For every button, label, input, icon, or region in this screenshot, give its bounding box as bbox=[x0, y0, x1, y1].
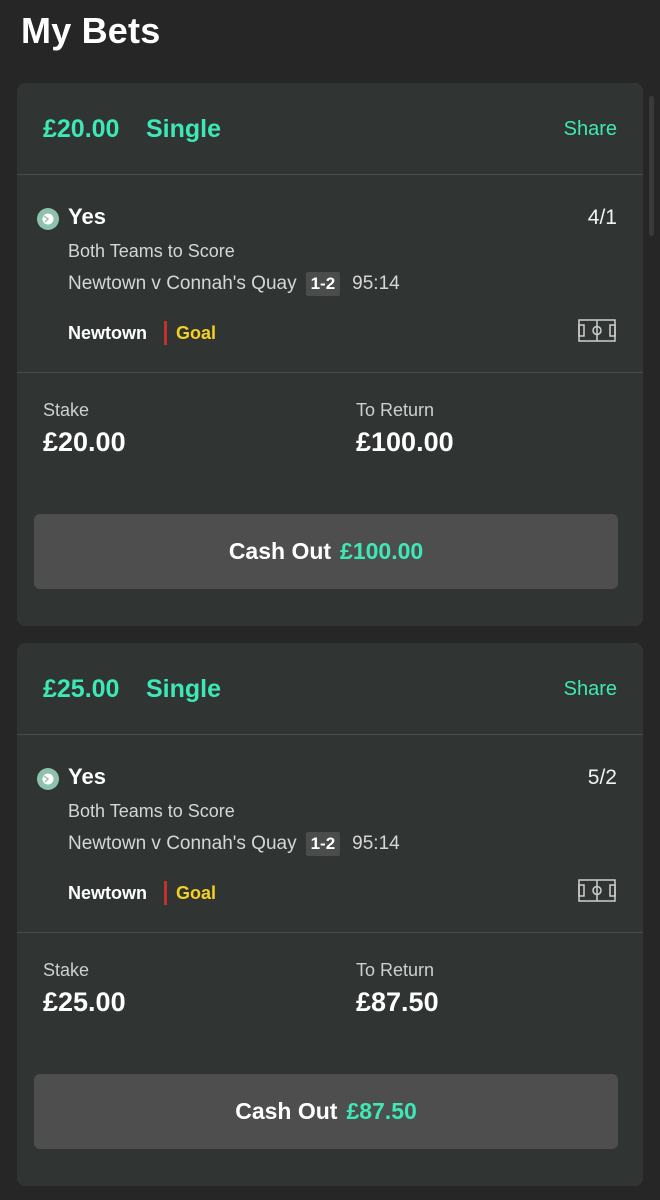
return-value: £100.00 bbox=[356, 427, 454, 457]
bet-card: £20.00 Single Share Yes 4/1 Both Teams t… bbox=[17, 83, 643, 626]
bet-type: Single bbox=[146, 115, 222, 143]
stake-label: Stake bbox=[43, 960, 90, 980]
event-name[interactable]: Newtown v Connah's Quay bbox=[68, 273, 297, 295]
incident-team: Newtown bbox=[68, 883, 147, 903]
selection-name: Yes bbox=[68, 204, 106, 229]
bet-type: Single bbox=[146, 675, 222, 703]
cash-out-button[interactable]: Cash Out £87.50 bbox=[34, 1074, 618, 1149]
share-button[interactable]: Share bbox=[564, 678, 617, 701]
bet-amount: £25.00 bbox=[43, 675, 120, 703]
divider bbox=[17, 932, 643, 933]
incident-marker bbox=[164, 881, 167, 905]
selection-name: Yes bbox=[68, 764, 106, 789]
bet-card-header: £20.00 Single Share bbox=[17, 83, 643, 175]
page-title: My Bets bbox=[21, 10, 161, 51]
incident-marker bbox=[164, 321, 167, 345]
event-row: Newtown v Connah's Quay 1-2 95:14 bbox=[68, 831, 400, 857]
return-value: £87.50 bbox=[356, 987, 439, 1017]
match-clock: 95:14 bbox=[352, 833, 400, 854]
cash-out-value: £87.50 bbox=[346, 1098, 417, 1124]
return-label: To Return bbox=[356, 400, 435, 420]
return-label: To Return bbox=[356, 960, 435, 980]
cash-out-label: Cash Out bbox=[228, 538, 332, 564]
event-row: Newtown v Connah's Quay 1-2 95:14 bbox=[68, 271, 400, 297]
stake-label: Stake bbox=[43, 400, 90, 420]
odds: 5/2 bbox=[587, 766, 617, 789]
share-button[interactable]: Share bbox=[564, 118, 617, 141]
bet-card: £25.00 Single Share Yes 5/2 Both Teams t… bbox=[17, 643, 643, 1186]
in-play-ball-icon bbox=[37, 768, 59, 790]
cash-out-value: £100.00 bbox=[340, 538, 424, 564]
pitch-icon[interactable] bbox=[578, 319, 616, 342]
scrollbar[interactable] bbox=[649, 96, 654, 236]
score-badge: 1-2 bbox=[305, 832, 341, 856]
bet-card-header: £25.00 Single Share bbox=[17, 643, 643, 735]
divider bbox=[17, 174, 643, 175]
cash-out-button[interactable]: Cash Out £100.00 bbox=[34, 514, 618, 589]
event-name[interactable]: Newtown v Connah's Quay bbox=[68, 833, 297, 855]
score-badge: 1-2 bbox=[305, 272, 341, 296]
market-name: Both Teams to Score bbox=[68, 801, 235, 821]
market-name: Both Teams to Score bbox=[68, 241, 235, 261]
divider bbox=[17, 372, 643, 373]
incident-type: Goal bbox=[176, 883, 217, 903]
incident-type: Goal bbox=[176, 323, 217, 343]
bet-amount: £20.00 bbox=[43, 115, 120, 143]
stake-value: £20.00 bbox=[43, 427, 126, 457]
match-clock: 95:14 bbox=[352, 273, 400, 294]
odds: 4/1 bbox=[587, 206, 617, 229]
in-play-ball-icon bbox=[37, 208, 59, 230]
divider bbox=[17, 734, 643, 735]
incident-team: Newtown bbox=[68, 323, 147, 343]
stake-value: £25.00 bbox=[43, 987, 126, 1017]
cash-out-label: Cash Out bbox=[235, 1098, 338, 1124]
pitch-icon[interactable] bbox=[578, 879, 616, 902]
